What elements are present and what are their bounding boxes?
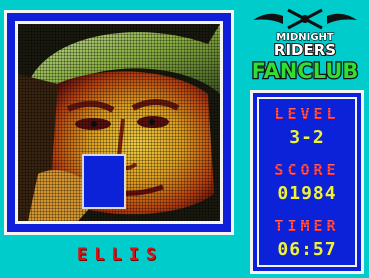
puzzle-board[interactable] xyxy=(15,21,223,224)
stats-inner: LEVEL 3-2 SCORE 01984 TIMER 06:57 xyxy=(257,97,357,267)
timer-value: 06:57 xyxy=(277,239,337,260)
character-name: ELLIS xyxy=(76,245,164,265)
logo-line3: FANCLUB xyxy=(252,59,359,83)
logo-line2: RIDERS xyxy=(274,41,336,59)
level-value: 3-2 xyxy=(289,127,325,148)
stats-panel: LEVEL 3-2 SCORE 01984 TIMER 06:57 xyxy=(250,90,364,274)
level-label: LEVEL xyxy=(259,105,355,123)
empty-tile-slot[interactable] xyxy=(82,154,126,209)
midnight-riders-fanclub-logo: MIDNIGHT RIDERS FANCLUB xyxy=(250,8,360,84)
timer-label: TIMER xyxy=(259,217,355,235)
level-label-text: LEVEL xyxy=(274,105,340,123)
level-stat: LEVEL 3-2 xyxy=(259,105,355,148)
game-screen: ELLIS MIDNIGHT RIDERS FANCLUB LEVEL 3-2 … xyxy=(0,0,369,278)
puzzle-frame xyxy=(4,10,234,235)
timer-stat: TIMER 06:57 xyxy=(259,217,355,260)
score-label-text: SCORE xyxy=(274,161,340,179)
score-stat: SCORE 01984 xyxy=(259,161,355,204)
score-value: 01984 xyxy=(277,183,337,204)
score-label: SCORE xyxy=(259,161,355,179)
timer-label-text: TIMER xyxy=(274,217,340,235)
